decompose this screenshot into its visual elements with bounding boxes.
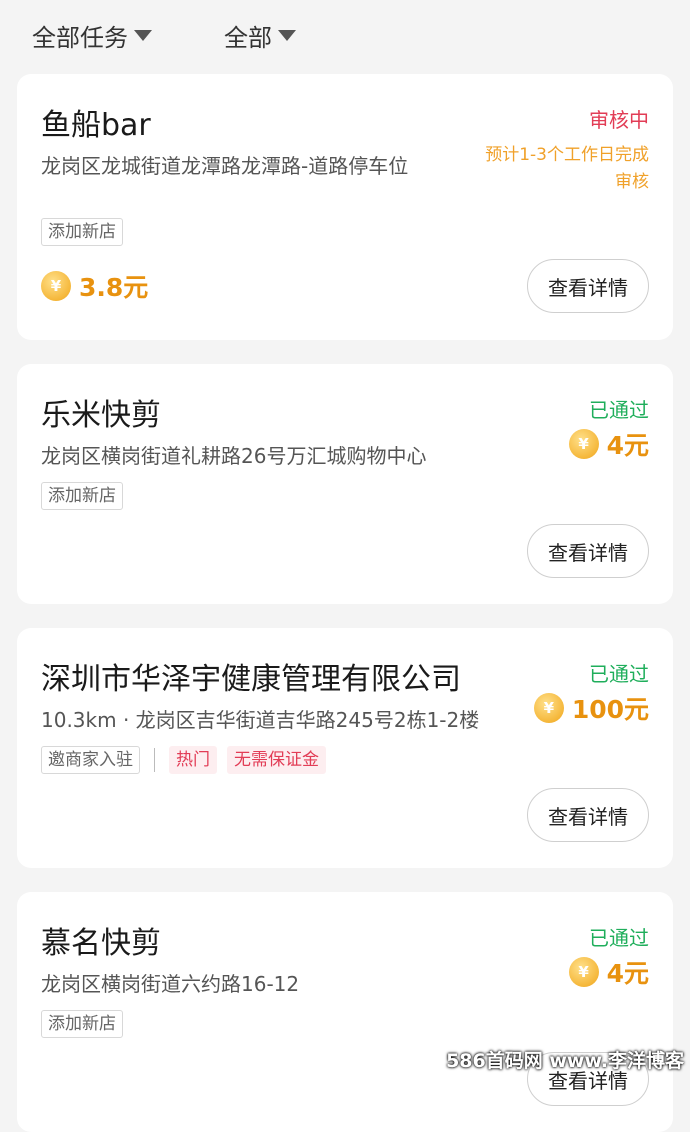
task-card[interactable]: 鱼船bar 龙岗区龙城街道龙潭路龙潭路-道路停车位 添加新店 审核中 预计1-3… <box>17 74 673 340</box>
task-reward: ¥ 4元 <box>569 426 649 462</box>
task-title: 乐米快剪 <box>41 390 161 434</box>
status-badge: 已通过 <box>589 922 649 951</box>
coin-icon: ¥ <box>569 957 599 987</box>
review-note: 预计1-3个工作日完成审核 <box>479 142 649 196</box>
task-address: 龙岗区龙城街道龙潭路龙潭路-道路停车位 <box>41 150 408 179</box>
task-card[interactable]: 慕名快剪 龙岗区横岗街道六约路16-12 添加新店 已通过 ¥ 4元 查看详情 <box>17 892 673 1132</box>
coin-icon: ¥ <box>41 271 71 301</box>
task-tags: 邀商家入驻 热门 无需保证金 <box>41 746 336 774</box>
reward-amount: 4元 <box>607 954 649 990</box>
task-title: 深圳市华泽宇健康管理有限公司 <box>41 654 461 698</box>
filter-status[interactable]: 全部 <box>224 18 296 53</box>
hot-tag: 无需保证金 <box>227 746 326 774</box>
task-card[interactable]: 乐米快剪 龙岗区横岗街道礼耕路26号万汇城购物中心 添加新店 已通过 ¥ 4元 … <box>17 364 673 604</box>
view-details-button[interactable]: 查看详情 <box>527 788 649 842</box>
task-tags: 添加新店 <box>41 482 133 510</box>
filter-task-type-label: 全部任务 <box>32 18 128 53</box>
status-badge: 已通过 <box>589 394 649 423</box>
task-tag: 添加新店 <box>41 1010 123 1038</box>
task-reward: ¥ 100元 <box>534 690 649 726</box>
task-address: 10.3km · 龙岗区吉华街道吉华路245号2栋1-2楼 <box>41 704 479 733</box>
coin-icon: ¥ <box>534 693 564 723</box>
reward-amount: 100元 <box>572 690 649 726</box>
reward-amount: 3.8元 <box>79 268 148 304</box>
task-title: 鱼船bar <box>41 100 151 144</box>
filter-task-type[interactable]: 全部任务 <box>32 18 152 53</box>
tag-divider <box>154 748 155 772</box>
task-reward: ¥ 4元 <box>569 954 649 990</box>
task-card[interactable]: 深圳市华泽宇健康管理有限公司 10.3km · 龙岗区吉华街道吉华路245号2栋… <box>17 628 673 868</box>
reward-amount: 4元 <box>607 426 649 462</box>
task-tag: 邀商家入驻 <box>41 746 140 774</box>
filter-bar: 全部任务 全部 <box>0 0 690 74</box>
task-tags: 添加新店 <box>41 1010 133 1038</box>
task-tag: 添加新店 <box>41 482 123 510</box>
filter-status-label: 全部 <box>224 18 272 53</box>
task-address: 龙岗区横岗街道礼耕路26号万汇城购物中心 <box>41 440 426 469</box>
task-tag: 添加新店 <box>41 218 123 246</box>
coin-icon: ¥ <box>569 429 599 459</box>
status-badge: 已通过 <box>589 658 649 687</box>
task-reward: ¥ 3.8元 <box>41 268 148 304</box>
task-tags: 添加新店 <box>41 218 133 246</box>
status-badge: 审核中 <box>589 104 649 133</box>
caret-down-icon <box>134 30 152 41</box>
task-address: 龙岗区横岗街道六约路16-12 <box>41 968 299 997</box>
view-details-button[interactable]: 查看详情 <box>527 524 649 578</box>
hot-tag: 热门 <box>169 746 217 774</box>
watermark: 586首码网 www.李洋博客 <box>446 1046 684 1073</box>
task-title: 慕名快剪 <box>41 918 161 962</box>
view-details-button[interactable]: 查看详情 <box>527 259 649 313</box>
caret-down-icon <box>278 30 296 41</box>
